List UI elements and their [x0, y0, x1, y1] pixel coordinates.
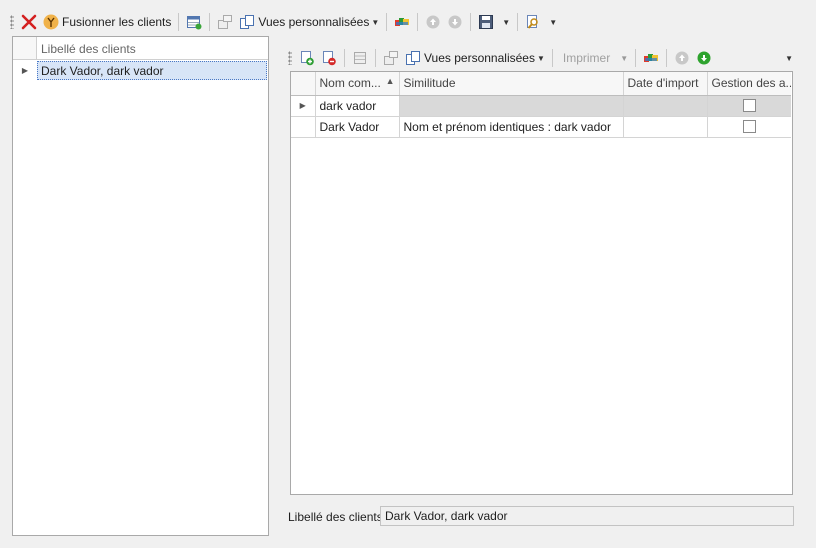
- table-row[interactable]: ▶ Dark Vador, dark vador: [13, 60, 268, 81]
- move-down-button[interactable]: [444, 11, 466, 33]
- custom-views-button[interactable]: Vues personnalisées ▼: [402, 47, 548, 69]
- move-down-button[interactable]: [693, 47, 715, 69]
- toolbar-separator: [375, 49, 376, 67]
- duplicates-grid: Nom com... ▲ Similitude Date d'import Ge…: [291, 72, 791, 138]
- toolbar-separator: [417, 13, 419, 31]
- dropdown-caret-icon: ▼: [536, 53, 545, 63]
- remove-page-icon: [321, 50, 337, 66]
- client-label-cell[interactable]: Dark Vador, dark vador: [37, 61, 267, 80]
- add-page-icon: [299, 50, 315, 66]
- arrow-down-circle-icon: [696, 50, 712, 66]
- row-indicator-arrow-icon: ▶: [21, 66, 29, 75]
- clients-list-header: Libellé des clients: [13, 37, 268, 60]
- dropdown-caret-icon: ▼: [549, 17, 558, 27]
- main-toolbar: Fusionner les clients Vues personnalisée…: [8, 9, 560, 35]
- column-header-name-label: Nom com...: [319, 76, 381, 91]
- windows-icon: [217, 14, 233, 30]
- arrow-up-circle-icon: [674, 50, 690, 66]
- toolbar-overflow-button[interactable]: ▼: [780, 47, 796, 69]
- colors-button[interactable]: [391, 11, 413, 33]
- row-indicator-header: [13, 37, 37, 59]
- grid-export-icon: [186, 14, 202, 30]
- grid-header-row: Nom com... ▲ Similitude Date d'import Ge…: [291, 72, 791, 96]
- print-label: Imprimer: [562, 51, 611, 65]
- detach-button[interactable]: [214, 11, 236, 33]
- arrow-up-circle-icon: [425, 14, 441, 30]
- management-cell[interactable]: [707, 95, 791, 117]
- toolbar-separator: [517, 13, 519, 31]
- client-label-caption: Libellé des clients:: [288, 510, 387, 524]
- merge-icon: [43, 14, 59, 30]
- merge-clients-label: Fusionner les clients: [62, 15, 172, 29]
- merge-clients-button[interactable]: Fusionner les clients: [40, 11, 174, 33]
- dropdown-caret-icon: ▼: [785, 53, 793, 63]
- management-checkbox[interactable]: [742, 120, 756, 133]
- management-cell[interactable]: [707, 116, 791, 138]
- row-indicator-header: [291, 72, 316, 96]
- copy-views-icon: [405, 50, 421, 66]
- dropdown-caret-icon: ▼: [502, 17, 511, 27]
- arrow-down-circle-icon: [447, 14, 463, 30]
- table-row[interactable]: Dark Vador Nom et prénom identiques : da…: [291, 116, 791, 138]
- magnifier-page-icon: [525, 14, 541, 30]
- column-header-client-label[interactable]: Libellé des clients: [37, 37, 268, 59]
- toolbar-separator: [178, 13, 180, 31]
- add-row-button[interactable]: [296, 47, 318, 69]
- column-header-management[interactable]: Gestion des a...: [707, 72, 791, 96]
- dropdown-caret-icon: ▼: [371, 17, 380, 27]
- color-blocks-icon: [394, 14, 410, 30]
- row-indicator: [291, 116, 316, 138]
- name-cell[interactable]: Dark Vador: [315, 116, 400, 138]
- toolbar-separator: [470, 13, 472, 31]
- dropdown-caret-icon: ▼: [620, 53, 629, 63]
- clients-list-panel: Libellé des clients ▶ Dark Vador, dark v…: [12, 36, 269, 536]
- sort-ascending-icon: ▲: [385, 76, 395, 87]
- name-cell[interactable]: dark vador: [315, 95, 400, 117]
- client-label-field[interactable]: Dark Vador, dark vador: [380, 506, 794, 526]
- column-header-name[interactable]: Nom com... ▲: [315, 72, 400, 96]
- detail-toolbar: Vues personnalisées ▼ Imprimer ▼ ▼: [286, 45, 796, 71]
- toolbar-separator: [635, 49, 637, 67]
- row-indicator-arrow-icon: ▶: [291, 95, 316, 117]
- management-checkbox[interactable]: [742, 99, 756, 112]
- delete-x-icon: [21, 14, 37, 30]
- column-header-import-date[interactable]: Date d'import: [623, 72, 708, 96]
- move-up-button[interactable]: [671, 47, 693, 69]
- move-up-button[interactable]: [422, 11, 444, 33]
- custom-views-label: Vues personnalisées: [424, 51, 535, 65]
- column-header-similarity[interactable]: Similitude: [399, 72, 624, 96]
- detach-button[interactable]: [380, 47, 402, 69]
- custom-views-button[interactable]: Vues personnalisées ▼: [236, 11, 382, 33]
- save-button[interactable]: ▼: [475, 11, 513, 33]
- floppy-disk-icon: [478, 14, 494, 30]
- toolbar-grip[interactable]: [288, 51, 292, 65]
- import-date-cell[interactable]: [623, 95, 708, 117]
- export-grid-button[interactable]: [183, 11, 205, 33]
- delete-button[interactable]: [18, 11, 40, 33]
- duplicates-grid-panel: Nom com... ▲ Similitude Date d'import Ge…: [290, 71, 793, 495]
- print-button[interactable]: Imprimer ▼: [557, 47, 631, 69]
- import-date-cell[interactable]: [623, 116, 708, 138]
- custom-views-label: Vues personnalisées: [258, 15, 370, 29]
- similarity-cell[interactable]: Nom et prénom identiques : dark vador: [399, 116, 624, 138]
- toolbar-separator: [344, 49, 345, 67]
- toolbar-separator: [666, 49, 668, 67]
- grid-icon: [352, 50, 368, 66]
- toolbar-grip[interactable]: [10, 15, 14, 29]
- preview-button[interactable]: ▼: [522, 11, 560, 33]
- table-row[interactable]: ▶ dark vador: [291, 95, 791, 117]
- grid-settings-button[interactable]: [349, 47, 371, 69]
- similarity-cell[interactable]: [399, 95, 624, 117]
- toolbar-separator: [209, 13, 211, 31]
- colors-button[interactable]: [640, 47, 662, 69]
- windows-icon: [383, 50, 399, 66]
- color-blocks-icon: [643, 50, 659, 66]
- copy-views-icon: [239, 14, 255, 30]
- remove-row-button[interactable]: [318, 47, 340, 69]
- toolbar-separator: [551, 49, 553, 67]
- toolbar-separator: [386, 13, 388, 31]
